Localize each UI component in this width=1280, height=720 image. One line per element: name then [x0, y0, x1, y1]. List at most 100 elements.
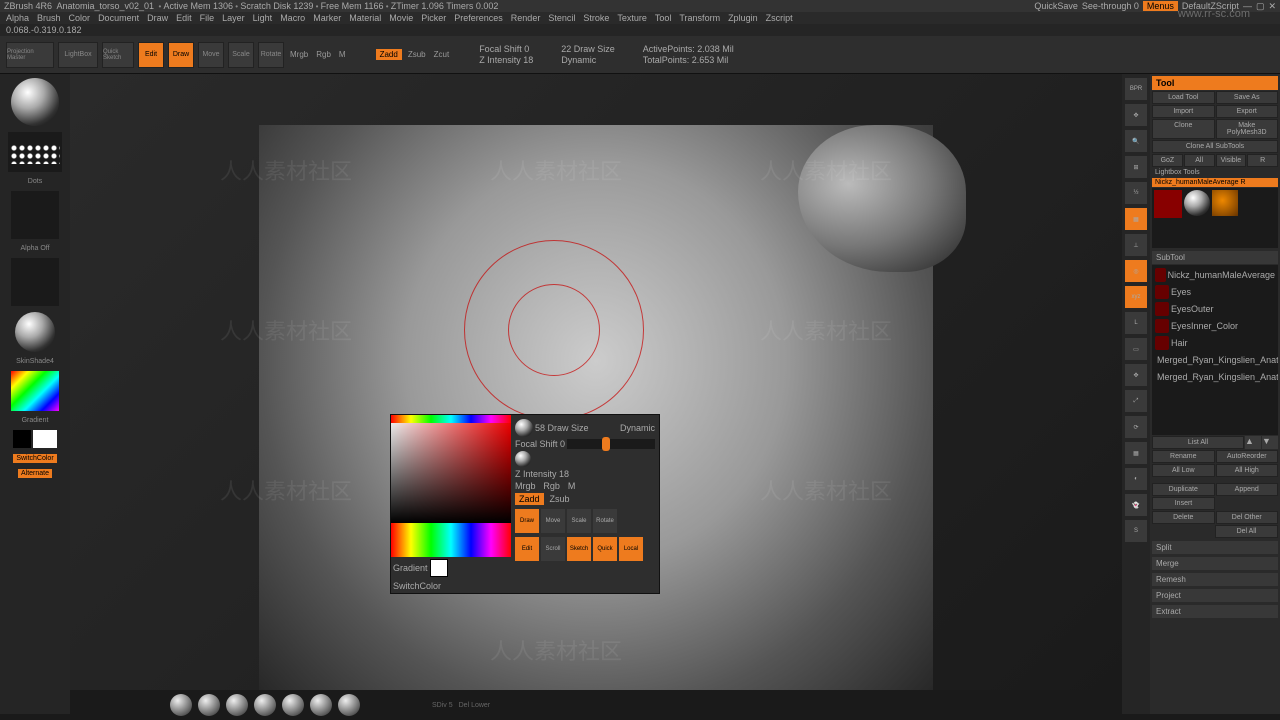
texture-thumbnail[interactable]: [11, 258, 59, 306]
alpha-thumbnail[interactable]: [11, 191, 59, 239]
color-swatch[interactable]: [430, 559, 448, 577]
brush-icon[interactable]: [515, 419, 533, 437]
scale-button[interactable]: ⤢: [1125, 390, 1147, 412]
goz-button[interactable]: GoZ: [1152, 154, 1183, 167]
merge-section[interactable]: Merge: [1152, 557, 1278, 570]
rgb-button[interactable]: Rgb: [543, 481, 560, 491]
mrgb-button[interactable]: Mrgb: [515, 481, 536, 491]
load-tool-button[interactable]: Load Tool: [1152, 91, 1215, 104]
menu-item[interactable]: Zscript: [766, 13, 793, 23]
actual-button[interactable]: ⊞: [1125, 156, 1147, 178]
list-item[interactable]: Hair: [1154, 335, 1276, 351]
menu-item[interactable]: Zplugin: [728, 13, 758, 23]
draw-button[interactable]: Draw: [515, 509, 539, 533]
insert-button[interactable]: Insert: [1152, 497, 1215, 510]
material-sphere[interactable]: [170, 694, 192, 716]
tool-thumb[interactable]: [1212, 190, 1238, 216]
focal-shift-slider[interactable]: Focal Shift 0: [479, 44, 533, 54]
list-item[interactable]: Merged_Ryan_Kingslien_Anatomy: [1154, 352, 1276, 368]
delete-button[interactable]: Delete: [1152, 511, 1215, 524]
ghost-button[interactable]: 👻: [1125, 494, 1147, 516]
all-high-button[interactable]: All High: [1216, 464, 1279, 477]
menu-item[interactable]: Stencil: [548, 13, 575, 23]
floor-button[interactable]: ⊥: [1125, 234, 1147, 256]
draw-button[interactable]: Draw: [168, 42, 194, 68]
menu-item[interactable]: Document: [98, 13, 139, 23]
zadd-button[interactable]: Zadd: [376, 49, 402, 60]
menu-item[interactable]: Material: [349, 13, 381, 23]
scroll-button[interactable]: Scroll: [541, 537, 565, 561]
draw-size-slider[interactable]: 22 Draw Size: [561, 44, 615, 54]
material-sphere[interactable]: [310, 694, 332, 716]
del-all-button[interactable]: Del All: [1215, 525, 1278, 538]
dynamic-toggle[interactable]: Dynamic: [620, 423, 655, 433]
tool-header[interactable]: Tool: [1152, 76, 1278, 90]
focal-shift-slider[interactable]: Focal Shift 0: [515, 439, 565, 449]
mrgb-button[interactable]: Mrgb: [288, 50, 310, 59]
menu-item[interactable]: Preferences: [454, 13, 503, 23]
import-button[interactable]: Import: [1152, 105, 1215, 118]
menu-item[interactable]: Color: [69, 13, 91, 23]
project-section[interactable]: Project: [1152, 589, 1278, 602]
color-picker-main[interactable]: [391, 415, 511, 523]
clone-button[interactable]: Clone: [1152, 119, 1215, 139]
menu-item[interactable]: Draw: [147, 13, 168, 23]
solo-button[interactable]: S: [1125, 520, 1147, 542]
bpr-button[interactable]: BPR: [1125, 78, 1147, 100]
dynamic-toggle[interactable]: Dynamic: [561, 55, 615, 65]
rgb-button[interactable]: Rgb: [314, 50, 333, 59]
color-picker[interactable]: [11, 371, 59, 411]
menu-item[interactable]: Picker: [421, 13, 446, 23]
material-sphere[interactable]: [282, 694, 304, 716]
move-button[interactable]: Move: [541, 509, 565, 533]
local-button[interactable]: Local: [619, 537, 643, 561]
tool-thumb[interactable]: [1184, 190, 1210, 216]
rotate-button[interactable]: Rotate: [593, 509, 617, 533]
m-button[interactable]: M: [568, 481, 576, 491]
menu-item[interactable]: File: [200, 13, 215, 23]
export-button[interactable]: Export: [1216, 105, 1279, 118]
polyf-button[interactable]: ▦: [1125, 442, 1147, 464]
menu-item[interactable]: Light: [253, 13, 273, 23]
menu-item[interactable]: Marker: [313, 13, 341, 23]
z-intensity-slider[interactable]: Z Intensity 18: [515, 469, 569, 479]
list-item[interactable]: Merged_Ryan_Kingslien_Anatomy: [1154, 369, 1276, 385]
zsub-button[interactable]: Zsub: [549, 494, 569, 504]
slider[interactable]: [567, 439, 655, 449]
zcut-button[interactable]: Zcut: [432, 50, 452, 59]
move-button[interactable]: Move: [198, 42, 224, 68]
menu-item[interactable]: Stroke: [583, 13, 609, 23]
secondary-color[interactable]: [13, 430, 31, 448]
down-icon[interactable]: ▼: [1262, 436, 1278, 449]
zadd-button[interactable]: Zadd: [515, 493, 544, 505]
append-button[interactable]: Append: [1216, 483, 1279, 496]
rotate-button[interactable]: ⟳: [1125, 416, 1147, 438]
stroke-thumbnail[interactable]: [8, 132, 62, 172]
del-lower-button[interactable]: Del Lower: [459, 702, 491, 709]
visible-button[interactable]: Visible: [1216, 154, 1247, 167]
material-thumbnail[interactable]: [15, 312, 55, 352]
scroll-button[interactable]: ✥: [1125, 104, 1147, 126]
material-sphere[interactable]: [338, 694, 360, 716]
projection-master-button[interactable]: Projection Master: [6, 42, 54, 68]
persp-button[interactable]: ▦: [1125, 208, 1147, 230]
list-item[interactable]: Nickz_humanMaleAverage: [1154, 267, 1276, 283]
all-low-button[interactable]: All Low: [1152, 464, 1215, 477]
seethrough-slider[interactable]: See-through 0: [1082, 1, 1139, 11]
menus-button[interactable]: Menus: [1143, 1, 1178, 11]
lc-button[interactable]: L: [1125, 312, 1147, 334]
sketch-button[interactable]: Sketch: [567, 537, 591, 561]
split-section[interactable]: Split: [1152, 541, 1278, 554]
move-button[interactable]: ✥: [1125, 364, 1147, 386]
menu-item[interactable]: Brush: [37, 13, 61, 23]
zoom-button[interactable]: 🔍: [1125, 130, 1147, 152]
viewport[interactable]: 人人素材社区 人人素材社区 人人素材社区 人人素材社区 人人素材社区 人人素材社…: [70, 74, 1122, 714]
alternate-button[interactable]: Alternate: [18, 469, 52, 478]
menu-item[interactable]: Alpha: [6, 13, 29, 23]
quicksketch-button[interactable]: Quick Sketch: [102, 42, 134, 68]
current-tool[interactable]: Nickz_humanMaleAverage R: [1152, 178, 1278, 187]
switchcolor-button[interactable]: SwitchColor: [13, 454, 56, 463]
menu-item[interactable]: Render: [511, 13, 541, 23]
menu-item[interactable]: Edit: [176, 13, 192, 23]
primary-color[interactable]: [33, 430, 57, 448]
